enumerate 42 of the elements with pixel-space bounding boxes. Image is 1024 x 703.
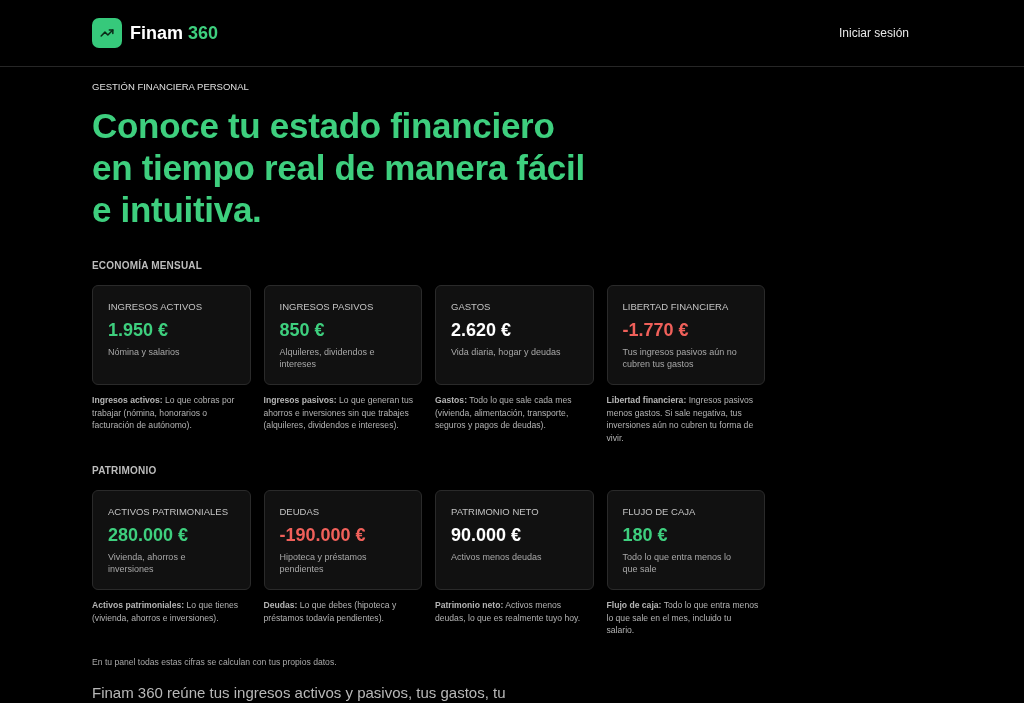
metric-label: FLUJO DE CAJA (622, 506, 696, 518)
metric-description: Ingresos pasivos: Lo que generan tus ahorros e inversiones sin que trabajes (alquileres, dividendos e intereses). (263, 394, 415, 432)
metric-description: Activos patrimoniales: Lo que tienes (vivienda, ahorros e inversiones). (92, 599, 240, 624)
metric-caption: Nómina y salarios (108, 346, 180, 358)
metric-value: 1.950 € (108, 319, 169, 341)
metric-value: 2.620 € (451, 319, 512, 341)
metric-value: 180 € (622, 524, 668, 546)
metric-caption: Tus ingresos pasivos aún no cubren tus gastos (622, 346, 738, 370)
metric-value: 280.000 € (108, 524, 189, 546)
metric-caption: Alquileres, dividendos e intereses (279, 346, 376, 370)
metric-label: GASTOS (451, 301, 491, 313)
metric-description: Ingresos activos: Lo que cobras por trabajar (nómina, honorarios o facturación de autónomo). (92, 394, 236, 432)
metric-description: Flujo de caja: Todo lo que entra menos lo que sale en el mes, incluido tu salario. (606, 599, 760, 637)
metric-label: INGRESOS PASIVOS (279, 301, 374, 313)
metric-label: ACTIVOS PATRIMONIALES (108, 506, 228, 518)
metric-value: -1.770 € (622, 319, 689, 341)
hero-headline: Conoce tu estado financiero en tiempo real de manera fácil e intuitiva. (92, 105, 585, 231)
metric-label: INGRESOS ACTIVOS (108, 301, 202, 313)
metric-caption: Vivienda, ahorros e inversiones (108, 551, 187, 575)
logo-icon (92, 18, 122, 48)
metric-caption: Hipoteca y préstamos pendientes (279, 551, 368, 575)
brand-name: Finam (130, 22, 183, 44)
intro-paragraph: Finam 360 reúne tus ingresos activos y pasivos, tus gastos, tu (92, 683, 506, 701)
metric-description: Deudas: Lo que debes (hipoteca y préstamos todavía pendientes). (263, 599, 398, 624)
metric-value: 850 € (279, 319, 325, 341)
metric-value: -190.000 € (279, 524, 366, 546)
metric-value: 90.000 € (451, 524, 522, 546)
metric-description: Gastos: Todo lo que sale cada mes (vivienda, alimentación, transporte, seguros y pagos de deudas). (435, 394, 573, 432)
metric-description: Patrimonio neto: Activos menos deudas, lo que es realmente tuyo hoy. (435, 599, 582, 624)
login-link[interactable]: Iniciar sesión (838, 24, 909, 42)
metric-label: DEUDAS (279, 506, 320, 518)
metric-description: Libertad financiera: Ingresos pasivos menos gastos. Si sale negativa, tus inversiones aún no cubren tu forma de vivir. (606, 394, 755, 444)
footnote-text: En tu panel todas estas cifras se calculan con tus propios datos. (92, 655, 337, 668)
metric-caption: Todo lo que entra menos lo que sale (622, 551, 733, 575)
eyebrow-label: GESTIÓN FINANCIERA PERSONAL (92, 81, 249, 93)
section-title: ECONOMÍA MENSUAL (92, 260, 203, 272)
metric-caption: Vida diaria, hogar y deudas (451, 346, 561, 358)
section-title: PATRIMONIO (92, 465, 157, 477)
metric-caption: Activos menos deudas (451, 551, 542, 563)
brand-suffix: 360 (188, 22, 219, 44)
metric-label: PATRIMONIO NETO (451, 506, 539, 518)
metric-label: LIBERTAD FINANCIERA (622, 301, 729, 313)
